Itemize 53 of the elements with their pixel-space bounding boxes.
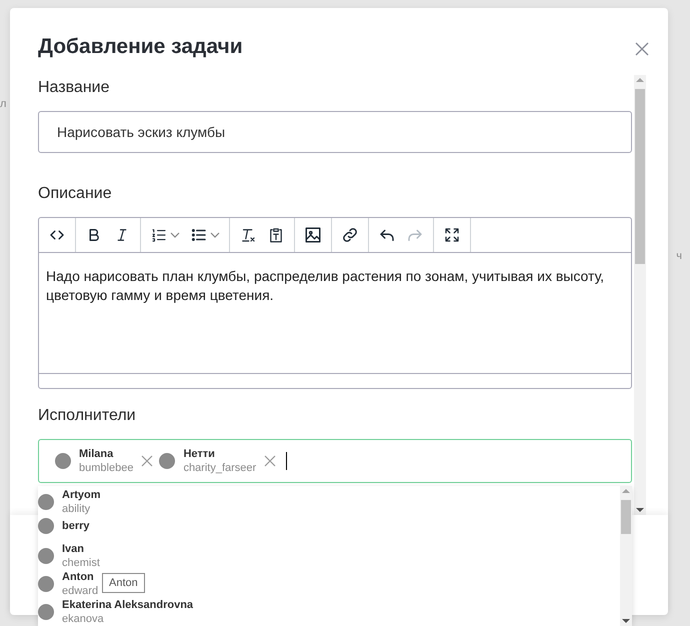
background-text: ч	[676, 250, 682, 262]
avatar	[38, 604, 54, 620]
background-text: л	[0, 98, 6, 110]
remove-icon[interactable]	[264, 455, 276, 467]
user-username: chemist	[62, 556, 100, 570]
scrollbar-thumb[interactable]	[635, 89, 645, 264]
user-name: berry	[62, 519, 90, 533]
scrollbar[interactable]	[620, 486, 632, 626]
avatar	[38, 518, 54, 534]
clipboard-icon	[267, 226, 285, 244]
image-icon	[304, 226, 322, 244]
user-name: Artyom	[62, 488, 101, 502]
dialog-title: Добавление задачи	[38, 35, 243, 59]
assignee-username: charity_farseer	[183, 461, 256, 475]
user-option[interactable]: Anton edward	[38, 570, 98, 598]
user-name: Ivan	[62, 542, 86, 556]
caret-icon	[170, 230, 180, 240]
clear-format-icon	[239, 226, 257, 244]
avatar	[38, 494, 54, 510]
user-option[interactable]: Ivan chemist	[38, 542, 100, 570]
title-input[interactable]: Нарисовать эскиз клумбы	[38, 111, 632, 153]
user-name: Ekaterina Aleksandrovna	[62, 598, 194, 612]
fullscreen-icon	[443, 226, 461, 244]
assignee-name: Milana	[79, 447, 114, 461]
remove-icon[interactable]	[141, 455, 154, 467]
user-option[interactable]: Artyom ability	[38, 488, 101, 516]
user-username: ekanova	[62, 612, 105, 626]
field-label: Исполнители	[38, 407, 137, 425]
field-label: Название	[38, 79, 110, 97]
close-button[interactable]	[634, 41, 650, 57]
numbered-list-icon	[150, 226, 168, 244]
avatar	[159, 453, 176, 469]
user-username: ability	[62, 502, 92, 516]
caret-icon	[210, 230, 220, 240]
scroll-down-arrow-icon[interactable]	[636, 505, 644, 515]
scrollbar[interactable]	[634, 75, 646, 515]
assignee-username: bumblebee	[79, 461, 134, 475]
avatar	[38, 548, 54, 564]
avatar	[55, 453, 71, 469]
editor-text[interactable]: Надо нарисовать план клумбы, распределив растения по зонам, учитывая их высоту, цветовую гамму и время цветения.	[39, 253, 631, 373]
user-option[interactable]: Ekaterina Aleksandrovna ekanova	[38, 598, 194, 626]
field-label: Описание	[38, 185, 113, 203]
assignee-name: Нетти	[183, 447, 216, 461]
scroll-down-arrow-icon[interactable]	[622, 616, 630, 626]
link-icon	[341, 226, 359, 244]
bullet-list-icon	[190, 226, 208, 244]
tooltip: Anton	[102, 573, 145, 593]
user-option[interactable]: berry	[38, 516, 90, 536]
scrollbar-thumb[interactable]	[621, 500, 631, 534]
avatar	[38, 576, 54, 592]
user-username: edward	[62, 584, 98, 598]
user-name: Anton	[62, 570, 95, 584]
assignee-input[interactable]: Milana bumblebee Нетти charity_farseer	[38, 439, 632, 483]
